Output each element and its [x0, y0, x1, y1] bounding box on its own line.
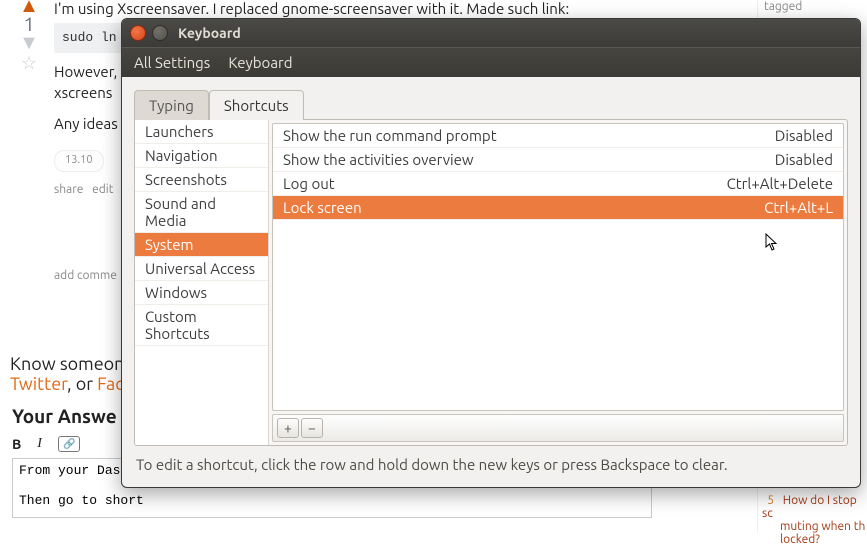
- shortcut-label: Show the run command prompt: [283, 127, 497, 144]
- shortcut-key: Disabled: [775, 151, 833, 168]
- tagged-heading: tagged: [764, 0, 867, 13]
- category-item[interactable]: System: [135, 233, 268, 257]
- shortcut-row[interactable]: Lock screen Ctrl+Alt+L: [273, 196, 843, 220]
- hot-question[interactable]: 5 How do I stop sc muting when th locked…: [762, 494, 867, 546]
- category-item[interactable]: Custom Shortcuts: [135, 305, 268, 346]
- breadcrumb: All Settings Keyboard: [122, 47, 860, 77]
- shortcut-row[interactable]: Show the activities overview Disabled: [273, 148, 843, 172]
- link-button[interactable]: 🔗: [58, 436, 80, 452]
- downvote-icon[interactable]: ▼: [14, 37, 44, 47]
- facebook-link[interactable]: Fac: [97, 374, 123, 394]
- hot-question-link[interactable]: How do I stop sc muting when th locked?: [762, 494, 865, 546]
- italic-button[interactable]: I: [37, 436, 42, 452]
- shortcut-key: Ctrl+Alt+Delete: [727, 175, 833, 192]
- shortcuts-panel: LaunchersNavigationScreenshotsSound and …: [134, 119, 848, 446]
- favorite-icon[interactable]: ☆: [14, 53, 44, 74]
- twitter-link[interactable]: Twitter: [10, 374, 67, 394]
- shortcut-label: Log out: [283, 175, 335, 192]
- question-line: I'm using Xscreensaver. I replaced gnome…: [54, 0, 857, 19]
- window-titlebar[interactable]: Keyboard: [122, 19, 860, 47]
- tab-typing[interactable]: Typing: [134, 90, 209, 120]
- category-item[interactable]: Screenshots: [135, 168, 268, 192]
- shortcut-row[interactable]: Log out Ctrl+Alt+Delete: [273, 172, 843, 196]
- shortcut-key: Disabled: [775, 127, 833, 144]
- your-answer-heading: Your Answe: [12, 405, 117, 427]
- shortcut-toolbar: + −: [272, 414, 844, 442]
- keyboard-settings-window: Keyboard All Settings Keyboard Typing Sh…: [121, 18, 861, 488]
- window-title: Keyboard: [178, 25, 241, 41]
- vote-column: ▲ 1 ▼ ☆: [14, 0, 44, 74]
- shortcut-label: Lock screen: [283, 199, 362, 216]
- tab-shortcuts[interactable]: Shortcuts: [209, 90, 304, 120]
- share-link[interactable]: share: [54, 183, 83, 196]
- category-item[interactable]: Universal Access: [135, 257, 268, 281]
- editor-toolbar: B I 🔗: [12, 436, 80, 452]
- shortcut-key: Ctrl+Alt+L: [764, 199, 833, 216]
- hint-text: To edit a shortcut, click the row and ho…: [122, 448, 860, 487]
- category-item[interactable]: Windows: [135, 281, 268, 305]
- share-prompt: Know someon Twitter, or Fac: [10, 354, 124, 394]
- category-item[interactable]: Navigation: [135, 144, 268, 168]
- category-list: LaunchersNavigationScreenshotsSound and …: [135, 120, 269, 445]
- category-item[interactable]: Sound and Media: [135, 192, 268, 233]
- code-block: sudo ln: [54, 23, 125, 53]
- add-shortcut-button[interactable]: +: [277, 418, 299, 438]
- shortcut-row[interactable]: Show the run command prompt Disabled: [273, 124, 843, 148]
- shortcut-area: Show the run command promptDisabledShow …: [269, 120, 847, 445]
- hot-question-score: 5: [762, 494, 774, 507]
- minimize-icon[interactable]: [152, 25, 168, 41]
- category-item[interactable]: Launchers: [135, 120, 268, 144]
- bold-button[interactable]: B: [12, 436, 21, 452]
- tab-strip: Typing Shortcuts: [122, 77, 860, 119]
- remove-shortcut-button[interactable]: −: [301, 418, 323, 438]
- close-icon[interactable]: [130, 25, 146, 41]
- shortcut-list: Show the run command promptDisabledShow …: [272, 123, 844, 411]
- upvote-icon[interactable]: ▲: [14, 0, 44, 10]
- share-prompt-text: Know someon: [10, 354, 124, 374]
- edit-link[interactable]: edit: [92, 183, 113, 196]
- breadcrumb-all-settings[interactable]: All Settings: [134, 54, 210, 71]
- shortcut-label: Show the activities overview: [283, 151, 474, 168]
- breadcrumb-keyboard[interactable]: Keyboard: [228, 54, 292, 71]
- tag-chip[interactable]: 13.10: [54, 150, 104, 171]
